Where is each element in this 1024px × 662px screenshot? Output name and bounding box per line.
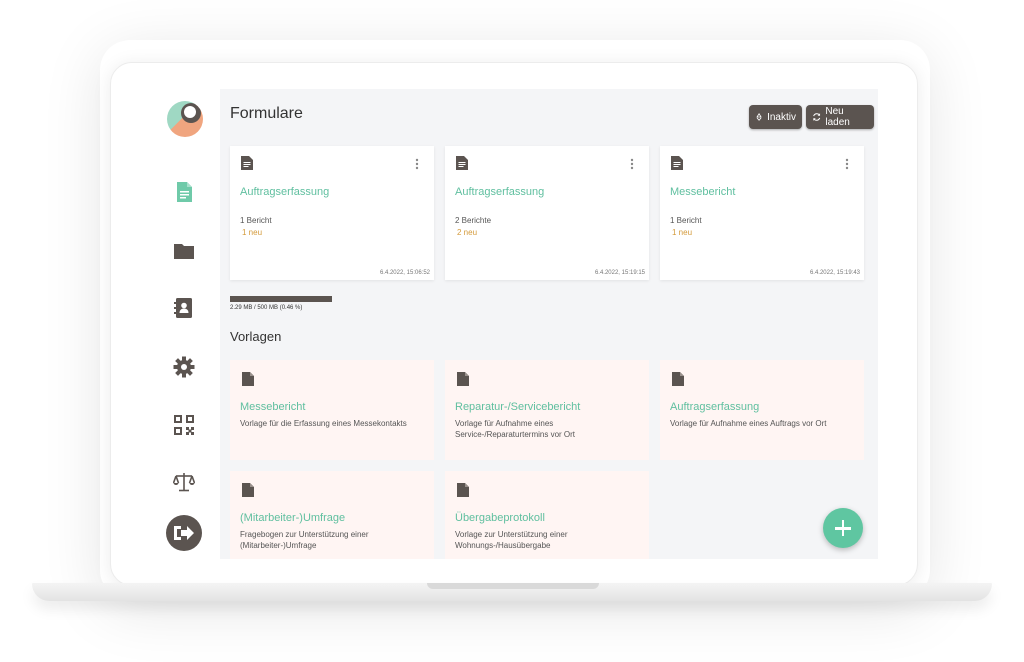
template-name: Reparatur-/Servicebericht: [455, 401, 581, 413]
templates-heading: Vorlagen: [230, 329, 282, 344]
document-icon: [241, 156, 253, 170]
template-card[interactable]: Reparatur-/Servicebericht Vorlage für Au…: [445, 360, 649, 460]
page-title: Formulare: [230, 105, 303, 122]
document-icon: [457, 483, 469, 497]
recycle-icon: [756, 112, 762, 121]
storage-usage: 2.29 MB / 500 MB (0.46 %): [230, 305, 303, 311]
document-icon: [671, 156, 683, 170]
document-icon: [672, 372, 684, 386]
reload-button-label: Neu laden: [825, 106, 850, 128]
more-options-icon[interactable]: [630, 158, 634, 170]
new-count: 1 neu: [672, 228, 693, 237]
template-name: Auftragserfassung: [670, 401, 760, 413]
app-logo[interactable]: [167, 101, 203, 137]
form-name: Messebericht: [670, 186, 736, 198]
more-options-icon[interactable]: [415, 158, 419, 170]
form-name: Auftragserfassung: [455, 186, 545, 198]
report-count: 1 Bericht: [240, 216, 272, 225]
add-button[interactable]: [823, 508, 863, 548]
scale-icon[interactable]: [173, 471, 195, 493]
form-timestamp: 6.4.2022, 15:06:52: [379, 270, 430, 276]
document-icon: [242, 483, 254, 497]
template-name: Übergabeprotokoll: [455, 512, 545, 524]
refresh-icon: [813, 113, 821, 121]
template-description: Fragebogen zur Unterstützung einer (Mita…: [240, 530, 369, 550]
form-card[interactable]: Auftragserfassung 1 Bericht 1 neu 6.4.20…: [230, 146, 434, 280]
document-icon[interactable]: [173, 181, 195, 203]
new-count: 2 neu: [457, 228, 478, 237]
form-card[interactable]: Messebericht 1 Bericht 1 neu 6.4.2022, 1…: [660, 146, 864, 280]
form-timestamp: 6.4.2022, 15:19:15: [594, 270, 645, 276]
folder-icon[interactable]: [173, 240, 195, 262]
report-count: 2 Berichte: [455, 216, 492, 225]
template-card[interactable]: Messebericht Vorlage für die Erfassung e…: [230, 360, 434, 460]
document-icon: [456, 156, 468, 170]
template-name: Messebericht: [240, 401, 306, 413]
form-name: Auftragserfassung: [240, 186, 330, 198]
document-icon: [242, 372, 254, 386]
template-description: Vorlage für Aufnahme eines Auftrags vor …: [670, 419, 827, 428]
qr-code-icon[interactable]: [173, 414, 195, 436]
template-card[interactable]: Auftragserfassung Vorlage für Aufnahme e…: [660, 360, 864, 460]
gear-icon[interactable]: [173, 356, 195, 378]
contacts-icon[interactable]: [173, 297, 195, 319]
template-description: Vorlage zur Unterstützung einer Wohnungs…: [455, 530, 568, 550]
app-screen: Formulare Inaktiv Neu laden Auftragserfa…: [140, 89, 878, 559]
new-count: 1 neu: [242, 228, 263, 237]
logout-icon: [174, 526, 194, 540]
template-description: Vorlage für die Erfassung eines Messekon…: [240, 419, 407, 428]
laptop-notch: [427, 583, 599, 589]
inactive-button-label: Inaktiv: [767, 111, 796, 123]
document-icon: [457, 372, 469, 386]
template-card[interactable]: (Mitarbeiter-)Umfrage Fragebogen zur Unt…: [230, 471, 434, 559]
form-timestamp: 6.4.2022, 15:19:43: [809, 270, 860, 276]
template-card[interactable]: Übergabeprotokoll Vorlage zur Unterstütz…: [445, 471, 649, 559]
storage-bar: [230, 296, 332, 302]
more-options-icon[interactable]: [845, 158, 849, 170]
inactive-button[interactable]: Inaktiv: [749, 105, 802, 129]
template-description: Vorlage für Aufnahme eines Service-/Repa…: [455, 419, 576, 439]
sidebar: [140, 89, 220, 559]
logout-button[interactable]: [166, 515, 202, 551]
reload-button[interactable]: Neu laden: [806, 105, 874, 129]
form-card[interactable]: Auftragserfassung 2 Berichte 2 neu 6.4.2…: [445, 146, 649, 280]
report-count: 1 Bericht: [670, 216, 702, 225]
template-name: (Mitarbeiter-)Umfrage: [240, 512, 346, 524]
main-content: Formulare Inaktiv Neu laden Auftragserfa…: [220, 89, 878, 559]
